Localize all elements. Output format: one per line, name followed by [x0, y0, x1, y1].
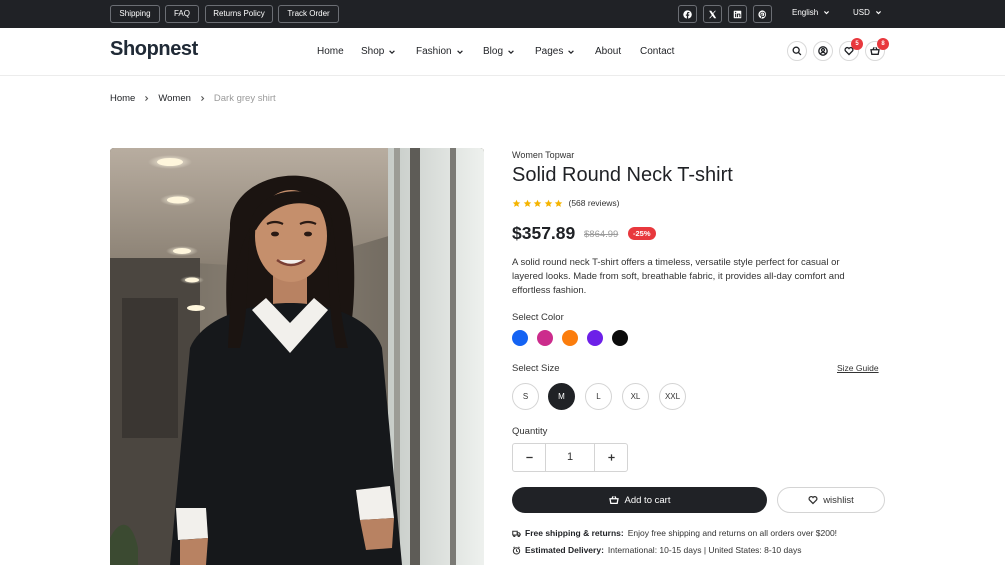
cart-count-badge: 8 — [877, 38, 889, 50]
discount-badge: -25% — [628, 227, 656, 240]
nav-label: Shop — [361, 46, 385, 57]
nav-home[interactable]: Home — [317, 46, 344, 57]
star-icon — [512, 199, 521, 207]
color-swatch-orange[interactable] — [562, 330, 578, 346]
basket-icon — [608, 495, 619, 504]
chevron-right-icon — [145, 96, 149, 101]
chevron-down-icon — [875, 11, 881, 15]
star-icon — [544, 199, 552, 207]
shipping-info: Free shipping & returns: Enjoy free ship… — [512, 528, 837, 538]
product-image — [110, 148, 484, 565]
decrease-button[interactable] — [513, 444, 545, 471]
nav-label: Contact — [640, 46, 675, 57]
wishlist-button[interactable]: 5 — [839, 38, 863, 61]
current-price: $357.89 — [512, 223, 576, 243]
delivery-text: International: 10-15 days | United State… — [607, 545, 802, 555]
facebook-icon[interactable] — [678, 5, 697, 23]
language-value: English — [792, 8, 819, 17]
top-bar: Shipping FAQ Returns Policy Track Order … — [0, 0, 1005, 28]
account-button[interactable] — [813, 41, 833, 61]
color-swatch-black[interactable] — [612, 330, 628, 346]
size-label: Select Size — [512, 363, 560, 374]
cart-button[interactable]: 8 — [865, 38, 889, 61]
color-label: Select Color — [512, 312, 564, 323]
color-swatch-magenta[interactable] — [537, 330, 553, 346]
quantity-stepper: 1 — [512, 443, 628, 472]
quantity-input[interactable]: 1 — [545, 444, 595, 471]
product-title: Solid Round Neck T-shirt — [512, 164, 733, 186]
original-price: $864.99 — [584, 229, 619, 240]
chevron-down-icon — [568, 49, 575, 54]
size-guide-link[interactable]: Size Guide — [837, 363, 879, 373]
star-icon — [533, 199, 542, 207]
product-description: A solid round neck T-shirt offers a time… — [512, 257, 845, 296]
breadcrumb: Home Women Dark grey shirt — [110, 93, 276, 104]
color-swatch-blue[interactable] — [512, 330, 528, 346]
breadcrumb-current: Dark grey shirt — [213, 93, 276, 104]
star-icon — [554, 199, 563, 207]
nav-label: Pages — [535, 46, 564, 57]
currency-select[interactable]: USD — [853, 8, 882, 17]
review-count[interactable]: (568 reviews) — [569, 198, 620, 208]
shipping-title: Free shipping & returns: — [525, 528, 624, 538]
add-to-cart-label: Add to cart — [624, 494, 671, 506]
currency-value: USD — [853, 8, 870, 17]
add-to-cart-button[interactable]: Add to cart — [512, 487, 767, 513]
shipping-text: Enjoy free shipping and returns on all o… — [627, 528, 838, 538]
shipping-link[interactable]: Shipping — [110, 5, 160, 23]
nav-label: Fashion — [416, 46, 452, 57]
chevron-down-icon — [508, 49, 514, 54]
size-option-xxl[interactable]: XXL — [659, 383, 686, 410]
chevron-down-icon — [389, 49, 396, 54]
size-option-xl[interactable]: XL — [622, 383, 649, 410]
nav-contact[interactable]: Contact — [640, 46, 674, 57]
star-icon — [523, 199, 531, 207]
track-order-link[interactable]: Track Order — [278, 5, 339, 23]
clock-icon — [512, 545, 521, 555]
product-rating: (568 reviews) — [512, 198, 620, 208]
delivery-title: Estimated Delivery: — [525, 545, 604, 555]
nav-label: About — [595, 46, 622, 57]
nav-about[interactable]: About — [595, 46, 621, 57]
chevron-down-icon — [456, 49, 463, 54]
delivery-info: Estimated Delivery: International: 10-15… — [512, 545, 801, 555]
color-swatch-purple[interactable] — [587, 330, 603, 346]
nav-shop[interactable]: Shop — [361, 46, 396, 57]
nav-label: Home — [317, 46, 344, 57]
breadcrumb-home[interactable]: Home — [110, 93, 135, 104]
x-icon[interactable] — [703, 5, 722, 23]
plus-icon — [607, 454, 615, 461]
pinterest-icon[interactable] — [753, 5, 772, 23]
size-option-s[interactable]: S — [512, 383, 539, 410]
user-icon — [818, 46, 828, 56]
nav-label: Blog — [483, 46, 504, 57]
chevron-right-icon — [200, 96, 205, 101]
wishlist-count-badge: 5 — [851, 38, 863, 50]
nav-blog[interactable]: Blog — [483, 46, 515, 57]
main-header: Shopnest Home Shop Fashion Blog Pages Ab… — [0, 28, 1005, 76]
nav-fashion[interactable]: Fashion — [416, 46, 464, 57]
search-button[interactable] — [787, 41, 807, 61]
wishlist-label: wishlist — [823, 494, 854, 506]
product-category[interactable]: Women Topwar — [512, 150, 574, 160]
increase-button[interactable] — [595, 444, 627, 471]
size-option-m[interactable]: M — [548, 383, 575, 410]
logo[interactable]: Shopnest — [110, 38, 198, 61]
language-select[interactable]: English — [792, 8, 830, 17]
minus-icon — [525, 456, 533, 459]
linkedin-icon[interactable] — [728, 5, 747, 23]
size-option-l[interactable]: L — [585, 383, 612, 410]
wishlist-add-button[interactable]: wishlist — [777, 487, 885, 513]
chevron-down-icon — [824, 11, 830, 15]
search-icon — [792, 46, 802, 56]
returns-policy-link[interactable]: Returns Policy — [205, 5, 273, 23]
heart-icon — [808, 495, 818, 505]
faq-link[interactable]: FAQ — [165, 5, 199, 23]
breadcrumb-women[interactable]: Women — [158, 93, 191, 104]
nav-pages[interactable]: Pages — [535, 46, 575, 57]
truck-icon — [512, 530, 521, 537]
quantity-label: Quantity — [512, 426, 548, 437]
